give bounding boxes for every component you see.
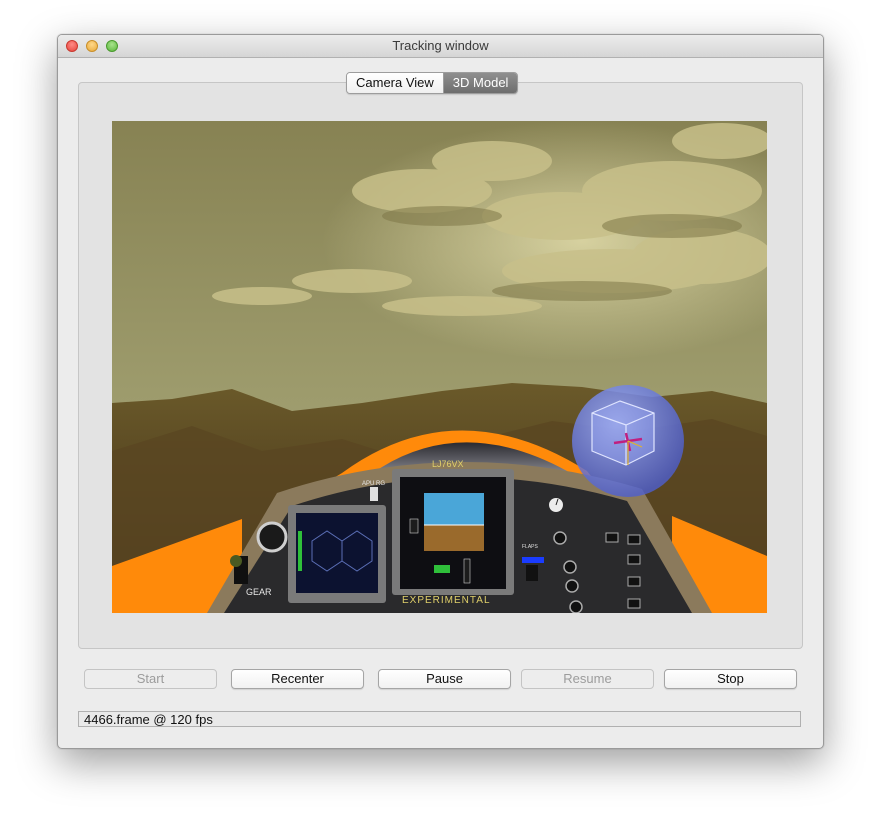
start-button[interactable]: Start	[84, 669, 217, 689]
resume-button[interactable]: Resume	[521, 669, 654, 689]
gauge-dial	[256, 521, 288, 553]
experimental-label: EXPERIMENTAL	[402, 595, 491, 606]
apu-label: APU RG	[362, 481, 385, 487]
tab-3d-model[interactable]: 3D Model	[443, 73, 518, 93]
pause-button[interactable]: Pause	[378, 669, 511, 689]
cockpit-scene: GEAR APU RG LJ76VX EXPERIMENTAL FLAPS	[112, 121, 767, 613]
window-title: Tracking window	[392, 38, 489, 53]
tracking-window: Tracking window Camera View 3D Model GEA…	[57, 34, 824, 749]
3d-model-viewport[interactable]: GEAR APU RG LJ76VX EXPERIMENTAL FLAPS	[112, 121, 767, 613]
tracker-cube	[591, 400, 655, 466]
stop-button[interactable]: Stop	[664, 669, 797, 689]
flaps-indicator	[522, 557, 544, 563]
gear-label: GEAR	[246, 587, 272, 597]
status-bar: 4466.frame @ 120 fps	[78, 711, 801, 727]
title-bar[interactable]: Tracking window	[58, 35, 823, 58]
tail-code-label: LJ76VX	[432, 459, 464, 469]
attitude-ground	[424, 525, 484, 551]
view-tabs: Camera View 3D Model	[346, 72, 519, 94]
attitude-sky	[424, 493, 484, 525]
left-mfd-screen	[296, 513, 378, 593]
flaps-label: FLAPS	[522, 544, 539, 550]
recenter-button[interactable]: Recenter	[231, 669, 364, 689]
tab-camera-view[interactable]: Camera View	[347, 73, 444, 93]
